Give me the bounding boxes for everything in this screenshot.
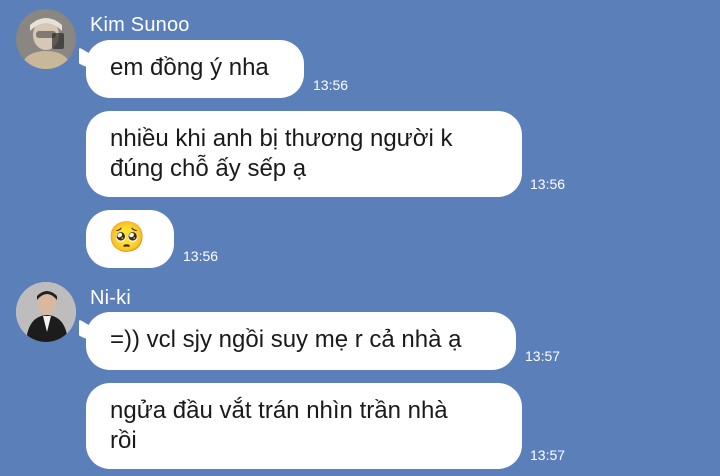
message-bubble[interactable]: em đồng ý nha [86,40,304,98]
message-text: =)) vcl sjy ngồi suy mẹ r cả nhà ạ [110,326,462,353]
sender-name: Kim Sunoo [90,14,190,36]
avatar-kim-sunoo[interactable] [16,9,76,69]
sender-name: Ni-ki [90,287,131,309]
message-time: 13:56 [530,176,566,192]
message-time: 13:57 [525,348,561,364]
message-bubble[interactable]: =)) vcl sjy ngồi suy mẹ r cả nhà ạ [86,312,516,370]
message-text-line: rồi [110,427,137,454]
message-bubble[interactable]: ngửa đầu vắt trán nhìn trần nhà rồi [86,383,522,469]
message-time: 13:56 [183,248,219,264]
message-text-line: nhiều khi anh bị thương người k [110,125,453,152]
profile-photo-icon [16,282,76,342]
pleading-face-emoji: 🥺 [108,221,146,254]
message-text: em đồng ý nha [110,54,269,81]
message-time: 13:56 [313,77,349,93]
message-bubble[interactable]: 🥺 [86,210,174,268]
message-bubble[interactable]: nhiều khi anh bị thương người k đúng chỗ… [86,111,522,197]
message-text-line: ngửa đầu vắt trán nhìn trần nhà [110,397,448,424]
avatar-ni-ki[interactable] [16,282,76,342]
profile-photo-icon [16,9,76,69]
message-text-line: đúng chỗ ấy sếp ạ [110,155,307,182]
message-time: 13:57 [530,447,566,463]
chat-view: Kim Sunoo em đồng ý nha 13:56 nhiều khi … [0,0,720,476]
